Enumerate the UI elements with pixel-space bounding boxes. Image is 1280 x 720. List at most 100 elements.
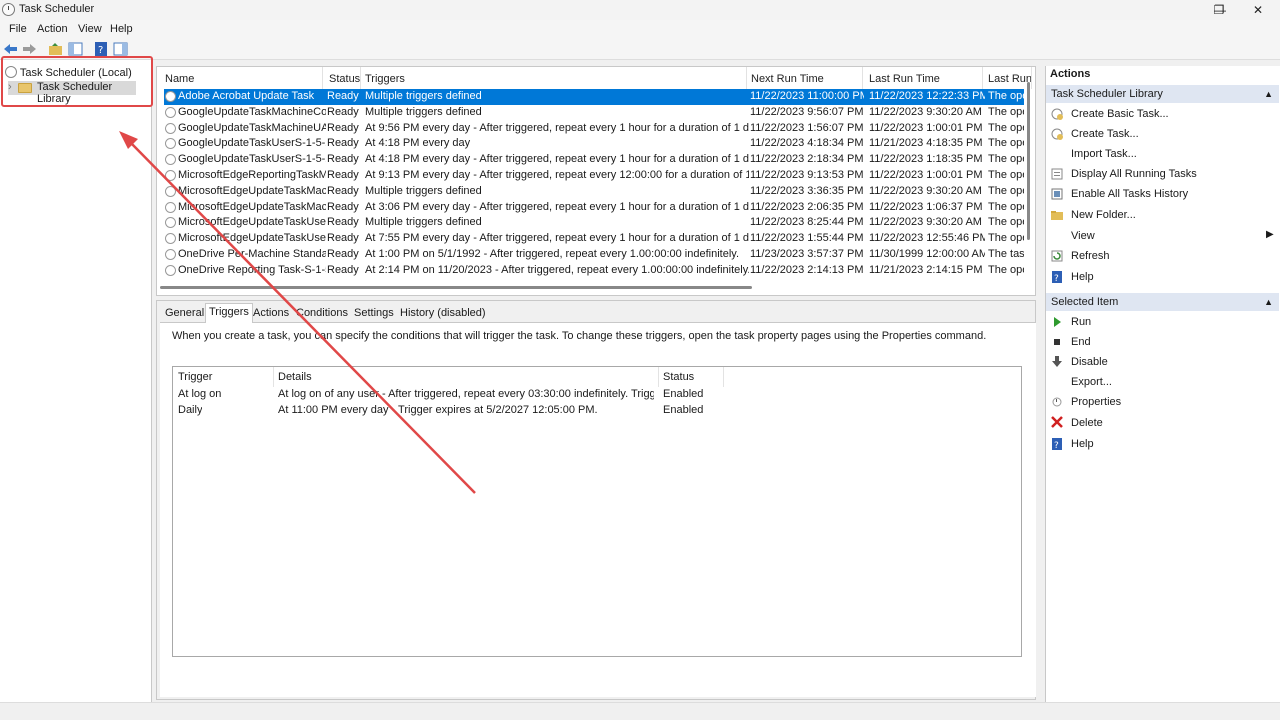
title-bar: Task Scheduler — ❐ ✕: [0, 0, 1280, 20]
task-name: GoogleUpdateTaskUserS-1-5-2...: [178, 153, 326, 166]
task-last-result: The ope: [988, 90, 1024, 102]
action-run[interactable]: Run: [1071, 316, 1091, 328]
action-disable[interactable]: Disable: [1071, 356, 1108, 368]
triggers-column-trigger[interactable]: Trigger: [178, 371, 212, 387]
forward-arrow-icon[interactable]: [22, 42, 37, 56]
action-refresh[interactable]: Refresh: [1071, 250, 1110, 262]
action-help[interactable]: Help: [1071, 271, 1094, 283]
actions-section-selected-item[interactable]: Selected Item ▲: [1046, 293, 1279, 311]
task-last-result: The ope: [988, 263, 1024, 276]
action-create-basic-task[interactable]: Create Basic Task...: [1071, 108, 1169, 120]
task-row[interactable]: GoogleUpdateTaskUserS-1-5-2... Ready At 4:…: [164, 136, 1024, 152]
task-triggers: At 4:18 PM every day - After triggered, …: [365, 153, 749, 166]
triggers-column-status[interactable]: Status: [663, 371, 694, 387]
tab-triggers[interactable]: Triggers: [205, 303, 253, 323]
task-list-vertical-scrollbar[interactable]: [1027, 82, 1030, 240]
submenu-arrow-icon[interactable]: ▶: [1266, 229, 1274, 240]
properties-icon: [1052, 397, 1062, 407]
tab-conditions[interactable]: Conditions: [293, 305, 351, 323]
action-new-folder[interactable]: New Folder...: [1071, 209, 1136, 221]
task-last-result: The ope: [988, 105, 1024, 118]
task-name: GoogleUpdateTaskMachineCor...: [178, 105, 326, 118]
column-header-last-run-time[interactable]: Last Run Time: [863, 67, 983, 89]
task-row[interactable]: MicrosoftEdgeUpdateTaskMac... Ready At 3:0…: [164, 200, 1024, 216]
task-status: Ready: [327, 232, 359, 245]
task-clock-icon: [165, 264, 176, 276]
task-row[interactable]: Adobe Acrobat Update Task Ready Multiple t…: [164, 89, 1024, 105]
column-header-name[interactable]: Name: [159, 67, 323, 89]
action-help-selected[interactable]: Help: [1071, 438, 1094, 450]
tab-general[interactable]: General: [162, 305, 207, 323]
task-triggers: At 2:14 PM on 11/20/2023 - After trigger…: [365, 263, 749, 276]
close-button[interactable]: ✕: [1238, 0, 1278, 20]
column-divider: [273, 367, 274, 387]
menu-view[interactable]: View: [78, 23, 102, 35]
trigger-row-2-type[interactable]: Daily: [178, 404, 202, 416]
action-create-task[interactable]: Create Task...: [1071, 128, 1139, 140]
task-clock-icon: [165, 249, 176, 260]
triggers-column-details[interactable]: Details: [278, 371, 312, 387]
task-row[interactable]: MicrosoftEdgeUpdateTaskMac... Ready Multip…: [164, 184, 1024, 200]
trigger-row-1-details[interactable]: At log on of any user - After triggered,…: [278, 388, 654, 400]
collapse-caret-icon[interactable]: ▲: [1264, 293, 1273, 311]
action-properties[interactable]: Properties: [1071, 396, 1121, 408]
task-last-run: 11/30/1999 12:00:00 AM: [869, 248, 985, 260]
create-task-icon: [1051, 128, 1063, 140]
action-display-running-tasks[interactable]: Display All Running Tasks: [1071, 168, 1197, 180]
show-hide-console-tree-icon[interactable]: [68, 42, 83, 56]
column-header-triggers[interactable]: Triggers: [359, 67, 747, 89]
column-header-last-run-result[interactable]: Last Run: [982, 67, 1032, 89]
task-row[interactable]: OneDrive Reporting Task-S-1-5... Ready At …: [164, 263, 1024, 279]
task-clock-icon: [165, 91, 176, 102]
task-last-run: 11/22/2023 9:30:20 AM: [869, 105, 982, 118]
task-next-run: 11/22/2023 1:55:44 PM: [750, 232, 864, 245]
task-status: Ready: [327, 105, 359, 118]
task-last-run: 11/22/2023 12:22:33 PM: [869, 90, 985, 102]
actions-section-library[interactable]: Task Scheduler Library ▲: [1046, 85, 1279, 103]
trigger-row-2-status[interactable]: Enabled: [663, 404, 703, 416]
task-status: Ready: [327, 121, 359, 134]
task-clock-icon: [165, 122, 176, 134]
restore-button[interactable]: ❐: [1199, 0, 1239, 20]
task-row[interactable]: GoogleUpdateTaskMachineCor... Ready Multip…: [164, 105, 1024, 121]
action-import-task[interactable]: Import Task...: [1071, 148, 1137, 160]
menu-help[interactable]: Help: [110, 23, 133, 35]
action-delete[interactable]: Delete: [1071, 417, 1103, 429]
action-end[interactable]: End: [1071, 336, 1091, 348]
task-next-run: 11/22/2023 8:25:44 PM: [750, 216, 864, 229]
back-arrow-icon[interactable]: [3, 42, 18, 56]
tab-history[interactable]: History (disabled): [397, 305, 489, 323]
collapse-caret-icon[interactable]: ▲: [1264, 85, 1273, 103]
help-icon[interactable]: ?: [94, 42, 109, 56]
show-hide-action-pane-icon[interactable]: [113, 42, 128, 56]
task-next-run: 11/22/2023 2:14:13 PM: [750, 263, 864, 276]
running-tasks-icon: [1051, 168, 1063, 180]
task-name: OneDrive Per-Machine Standal...: [178, 248, 326, 260]
column-header-next-run-time[interactable]: Next Run Time: [745, 67, 863, 89]
task-row[interactable]: MicrosoftEdgeUpdateTaskUser... Ready At 7:…: [164, 231, 1024, 247]
task-clock-icon: [165, 201, 176, 213]
trigger-row-2-details[interactable]: At 11:00 PM every day - Trigger expires …: [278, 404, 654, 416]
task-row[interactable]: GoogleUpdateTaskMachineUA{... Ready At 9:5…: [164, 121, 1024, 137]
task-triggers: At 1:00 PM on 5/1/1992 - After triggered…: [365, 248, 740, 260]
column-header-status[interactable]: Status: [323, 67, 361, 89]
task-triggers: At 9:13 PM every day - After triggered, …: [365, 169, 749, 181]
menu-file[interactable]: File: [9, 23, 27, 35]
tab-settings[interactable]: Settings: [351, 305, 397, 323]
task-row[interactable]: OneDrive Per-Machine Standal... Ready At 1…: [164, 247, 1024, 263]
task-list-horizontal-scrollbar[interactable]: [160, 286, 752, 289]
tab-actions[interactable]: Actions: [250, 305, 292, 323]
action-enable-tasks-history[interactable]: Enable All Tasks History: [1071, 188, 1188, 200]
action-export[interactable]: Export...: [1071, 376, 1112, 388]
task-name: GoogleUpdateTaskMachineUA{...: [178, 121, 326, 134]
task-row[interactable]: GoogleUpdateTaskUserS-1-5-2... Ready At 4:…: [164, 152, 1024, 168]
menu-action[interactable]: Action: [37, 23, 68, 35]
trigger-row-1-status[interactable]: Enabled: [663, 388, 703, 400]
trigger-row-1-type[interactable]: At log on: [178, 388, 221, 400]
action-view[interactable]: View: [1071, 230, 1095, 242]
task-row[interactable]: MicrosoftEdgeReportingTaskM... Ready At 9:…: [164, 168, 1024, 184]
task-row[interactable]: MicrosoftEdgeUpdateTaskUser... Ready Multi…: [164, 215, 1024, 231]
up-folder-icon[interactable]: [48, 42, 63, 56]
task-next-run: 11/22/2023 4:18:34 PM: [750, 137, 864, 150]
task-name: MicrosoftEdgeUpdateTaskMac...: [178, 184, 326, 197]
